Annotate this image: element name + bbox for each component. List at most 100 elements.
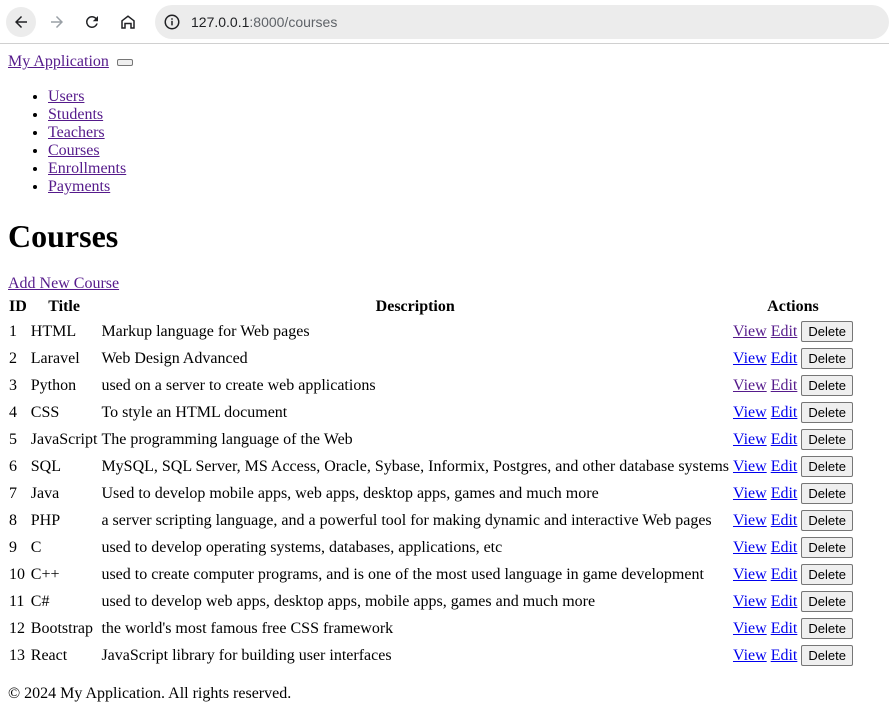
edit-link[interactable]: Edit [771,431,798,448]
view-link[interactable]: View [733,323,767,340]
cell-title: React [30,646,68,664]
cell-title: Python [30,376,77,394]
delete-button[interactable]: Delete [801,564,853,585]
back-button[interactable] [6,6,36,37]
delete-button[interactable]: Delete [801,456,853,477]
view-link[interactable]: View [733,431,767,448]
cell-actions: View Edit Delete [732,481,854,506]
delete-button[interactable]: Delete [801,591,853,612]
delete-button[interactable]: Delete [801,321,853,342]
view-link[interactable]: View [733,377,767,394]
view-link[interactable]: View [733,647,767,664]
nav-link-payments[interactable]: Payments [48,178,110,195]
nav-item-teachers: Teachers [48,124,881,142]
delete-button[interactable]: Delete [801,510,853,531]
view-link[interactable]: View [733,458,767,475]
cell-actions: View Edit Delete [732,589,854,614]
url-path: :8000/courses [249,13,338,30]
cell-id: 1 [9,322,17,340]
cell-title: Java [30,484,60,502]
cell-description: a server scripting language, and a power… [101,511,712,529]
view-link[interactable]: View [733,566,767,583]
forward-button[interactable] [42,7,72,37]
view-link[interactable]: View [733,593,767,610]
cell-description: To style an HTML document [101,403,288,421]
nav-link-students[interactable]: Students [48,106,103,123]
edit-link[interactable]: Edit [771,377,798,394]
nav-item-courses: Courses [48,142,881,160]
cell-id: 2 [9,349,17,367]
cell-description: used to create computer programs, and is… [101,565,704,583]
cell-id: 6 [9,457,17,475]
cell-id: 4 [9,403,17,421]
delete-button[interactable]: Delete [801,618,853,639]
edit-link[interactable]: Edit [771,620,798,637]
cell-description: used to develop web apps, desktop apps, … [101,592,596,610]
cell-actions: View Edit Delete [732,319,854,344]
cell-description: Markup language for Web pages [101,322,310,340]
table-row: 3 Python used on a server to create web ap… [8,373,854,398]
nav-item-users: Users [48,88,881,106]
cell-actions: View Edit Delete [732,508,854,533]
navbar-toggle-button[interactable] [116,58,133,66]
edit-link[interactable]: Edit [771,566,798,583]
edit-link[interactable]: Edit [771,350,798,367]
info-icon[interactable] [163,13,181,31]
cell-description: MySQL, SQL Server, MS Access, Oracle, Sy… [101,457,729,475]
delete-button[interactable]: Delete [801,402,853,423]
table-row: 6 SQL MySQL, SQL Server, MS Access, Oracle… [8,454,854,479]
edit-link[interactable]: Edit [771,647,798,664]
cell-id: 12 [9,619,25,637]
delete-button[interactable]: Delete [801,429,853,450]
url-text: 127.0.0.1:8000/courses [191,14,337,30]
delete-button[interactable]: Delete [801,537,853,558]
header-actions: Actions [767,297,819,315]
edit-link[interactable]: Edit [771,323,798,340]
view-link[interactable]: View [733,512,767,529]
edit-link[interactable]: Edit [771,593,798,610]
home-button[interactable] [113,7,143,37]
table-row: 11 C# used to develop web apps, desktop ap… [8,589,854,614]
add-course-link[interactable]: Add New Course [8,275,881,293]
cell-description: used on a server to create web applicati… [101,376,376,394]
delete-button[interactable]: Delete [801,483,853,504]
cell-actions: View Edit Delete [732,535,854,560]
delete-button[interactable]: Delete [801,348,853,369]
footer-text: © 2024 My Application. All rights reserv… [8,685,292,702]
header-description: Description [375,297,455,315]
view-link[interactable]: View [733,404,767,421]
edit-link[interactable]: Edit [771,404,798,421]
address-bar[interactable]: 127.0.0.1:8000/courses [155,4,889,39]
delete-button[interactable]: Delete [801,375,853,396]
nav-list: Users Students Teachers Courses Enrollme… [8,88,881,196]
view-link[interactable]: View [733,620,767,637]
cell-description: used to develop operating systems, datab… [101,538,503,556]
cell-id: 13 [9,646,25,664]
delete-button[interactable]: Delete [801,645,853,666]
cell-id: 5 [9,430,17,448]
page-content: My Application Users Students Teachers C… [0,52,889,704]
view-link[interactable]: View [733,539,767,556]
table-row: 8 PHP a server scripting language, and a p… [8,508,854,533]
cell-id: 11 [9,592,25,610]
table-body: 1 HTML Markup language for Web pages View E… [8,319,854,668]
cell-description: the world's most famous free CSS framewo… [101,619,394,637]
cell-title: Laravel [30,349,80,367]
nav-link-teachers[interactable]: Teachers [48,124,105,141]
edit-link[interactable]: Edit [771,458,798,475]
arrow-left-icon [14,15,27,28]
edit-link[interactable]: Edit [771,539,798,556]
edit-link[interactable]: Edit [771,512,798,529]
view-link[interactable]: View [733,350,767,367]
brand-link[interactable]: My Application [8,53,109,70]
cell-title: CSS [30,403,60,421]
reload-button[interactable] [78,7,108,37]
nav-item-students: Students [48,106,881,124]
table-row: 2 Laravel Web Design Advanced View Edit Del… [8,346,854,371]
nav-link-enrollments[interactable]: Enrollments [48,160,126,177]
nav-link-courses[interactable]: Courses [48,142,100,159]
cell-id: 10 [9,565,25,583]
edit-link[interactable]: Edit [771,485,798,502]
nav-link-users[interactable]: Users [48,88,84,105]
view-link[interactable]: View [733,485,767,502]
